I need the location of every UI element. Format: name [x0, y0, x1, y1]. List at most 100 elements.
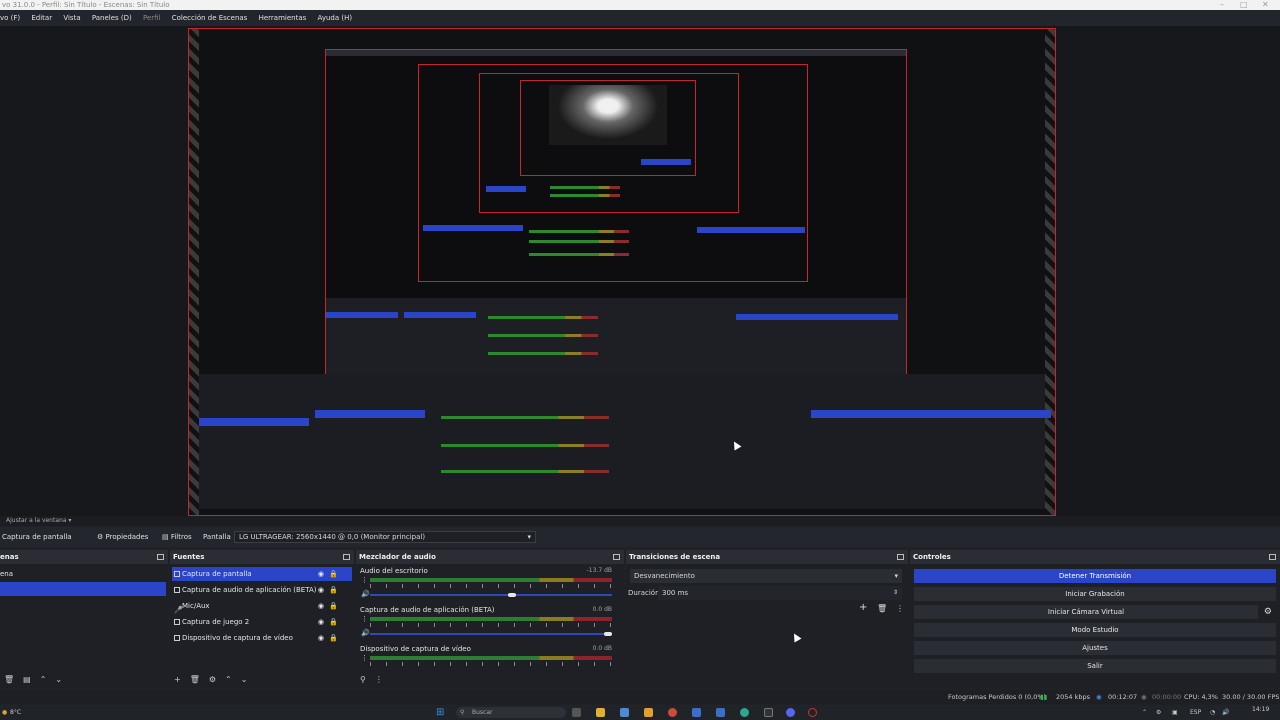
- exit-button[interactable]: Salir: [914, 659, 1276, 673]
- move-down-icon[interactable]: ⌄: [55, 675, 62, 684]
- chrome-icon[interactable]: [668, 708, 677, 717]
- stop-streaming-button[interactable]: Detener Transmisión: [914, 569, 1276, 583]
- meter-ticks: [370, 584, 612, 588]
- tray-icon[interactable]: ▣: [1172, 705, 1178, 720]
- file-explorer-icon[interactable]: [596, 708, 605, 717]
- duration-spinbox[interactable]: 300 ms ⇕: [658, 586, 902, 600]
- program-preview[interactable]: [188, 28, 1056, 516]
- eye-icon[interactable]: ◉: [318, 570, 324, 578]
- volume-slider-knob[interactable]: [604, 632, 612, 636]
- filters-icon[interactable]: ▤: [23, 675, 31, 684]
- eye-icon[interactable]: ◉: [318, 634, 324, 642]
- studio-mode-button[interactable]: Modo Estudio: [914, 623, 1276, 637]
- windows-start-icon[interactable]: ⊞: [436, 705, 444, 720]
- lock-icon[interactable]: 🔒: [329, 602, 338, 610]
- undock-icon[interactable]: [613, 554, 620, 560]
- lock-icon[interactable]: 🔒: [329, 618, 338, 626]
- gear-icon[interactable]: ⚙: [209, 675, 216, 684]
- close-icon[interactable]: ✕: [1262, 0, 1269, 10]
- undock-icon[interactable]: [157, 554, 164, 560]
- menu-profile[interactable]: Perfil: [143, 14, 161, 22]
- undock-icon[interactable]: [1269, 554, 1276, 560]
- tray-chevron-icon[interactable]: ⌃: [1142, 705, 1147, 720]
- menu-file[interactable]: vo (F): [0, 14, 20, 22]
- remove-scene-icon[interactable]: 🗑: [4, 675, 14, 684]
- start-virtual-camera-button[interactable]: Iniciar Cámara Virtual: [914, 605, 1258, 619]
- move-up-icon[interactable]: ⌃: [40, 675, 47, 684]
- menu-help[interactable]: Ayuda (H): [318, 14, 353, 22]
- scene-transitions-dock: Transiciones de escena Desvanecimiento ▾…: [626, 550, 908, 688]
- discord-icon[interactable]: [786, 708, 795, 717]
- nested-blue-bar: [423, 225, 523, 231]
- channel-menu-icon[interactable]: ⋮: [361, 654, 368, 662]
- app-icon[interactable]: [620, 708, 629, 717]
- source-item[interactable]: Captura de audio de aplicación (BETA) ◉ 🔒: [172, 583, 352, 597]
- undock-icon[interactable]: [343, 554, 350, 560]
- source-item[interactable]: Dispositivo de captura de vídeo ◉ 🔒: [172, 631, 352, 645]
- volume-slider[interactable]: [370, 633, 612, 635]
- transition-type-select[interactable]: Desvanecimiento ▾: [630, 569, 902, 583]
- undock-icon[interactable]: [897, 554, 904, 560]
- start-recording-button[interactable]: Iniciar Grabación: [914, 587, 1276, 601]
- terminal-icon[interactable]: [764, 708, 773, 717]
- edge-icon[interactable]: [740, 708, 749, 717]
- virtual-camera-settings-gear-icon[interactable]: ⚙: [1264, 607, 1272, 617]
- store-icon[interactable]: [716, 708, 725, 717]
- maximize-icon[interactable]: □: [1240, 0, 1248, 10]
- speaker-icon[interactable]: 🔊: [361, 629, 370, 637]
- move-down-icon[interactable]: ⌄: [241, 675, 248, 684]
- lock-icon[interactable]: 🔒: [329, 634, 338, 642]
- speaker-icon[interactable]: 🔊: [361, 590, 370, 598]
- volume-icon[interactable]: 🔊: [1222, 705, 1229, 720]
- remove-source-icon[interactable]: 🗑: [190, 675, 200, 684]
- eye-icon[interactable]: ◉: [318, 618, 324, 626]
- obs-icon[interactable]: [808, 708, 817, 717]
- add-source-icon[interactable]: +: [174, 675, 181, 684]
- mail-icon[interactable]: [692, 708, 701, 717]
- menu-view[interactable]: Vista: [63, 14, 80, 22]
- clock[interactable]: 14:19: [1252, 702, 1269, 717]
- remove-transition-icon[interactable]: 🗑: [877, 604, 887, 613]
- channel-menu-icon[interactable]: ⋮: [361, 615, 368, 623]
- add-transition-icon[interactable]: +: [859, 602, 867, 613]
- source-item[interactable]: 🎤 Mic/Aux ◉ 🔒: [172, 599, 352, 614]
- menu-edit[interactable]: Editar: [31, 14, 52, 22]
- monitor-icon: [174, 571, 180, 577]
- spin-arrows-icon[interactable]: ⇕: [893, 586, 898, 600]
- nested-meter: [550, 194, 620, 197]
- tray-icon[interactable]: ⚙: [1156, 705, 1161, 720]
- move-up-icon[interactable]: ⌃: [225, 675, 232, 684]
- menu-docks[interactable]: Paneles (D): [92, 14, 132, 22]
- link-icon[interactable]: ⚲: [360, 675, 366, 684]
- lock-icon[interactable]: 🔒: [329, 570, 338, 578]
- eye-icon[interactable]: ◉: [318, 602, 324, 610]
- scene-item-selected[interactable]: [0, 582, 166, 596]
- mixer-menu-icon[interactable]: ⋮: [375, 675, 383, 684]
- search-placeholder: Buscar: [472, 709, 493, 716]
- menu-tools[interactable]: Herramientas: [259, 14, 307, 22]
- menu-scene-collection[interactable]: Colección de Escenas: [172, 14, 248, 22]
- wifi-icon[interactable]: ◔: [1210, 705, 1215, 720]
- fit-to-window-label[interactable]: Ajustar a la ventana: [6, 517, 67, 524]
- source-item[interactable]: Captura de pantalla ◉ 🔒: [172, 567, 352, 581]
- lock-icon[interactable]: 🔒: [329, 586, 338, 594]
- task-view-icon[interactable]: [572, 708, 581, 717]
- properties-button[interactable]: ⚙ Propiedades: [97, 527, 148, 547]
- language-indicator[interactable]: ESP: [1190, 705, 1201, 720]
- channel-menu-icon[interactable]: ⋮: [361, 576, 368, 584]
- eye-icon[interactable]: ◉: [318, 586, 324, 594]
- volume-slider-knob[interactable]: [508, 593, 516, 597]
- scene-item[interactable]: ena: [0, 567, 166, 581]
- filters-button[interactable]: ▤ Filtros: [162, 527, 192, 547]
- folder-icon[interactable]: [644, 708, 653, 717]
- nested-meter: [529, 240, 629, 243]
- transition-menu-icon[interactable]: ⋮: [896, 604, 904, 613]
- minimize-icon[interactable]: –: [1220, 0, 1224, 10]
- settings-button[interactable]: Ajustes: [914, 641, 1276, 655]
- source-item[interactable]: Captura de juego 2 ◉ 🔒: [172, 615, 352, 629]
- taskbar-search[interactable]: ⚲ Buscar: [456, 707, 566, 718]
- volume-slider[interactable]: [370, 594, 612, 596]
- meter-ticks: [370, 662, 612, 666]
- nested-blue-bar: [811, 410, 1051, 418]
- display-select[interactable]: LG ULTRAGEAR: 2560x1440 @ 0,0 (Monitor p…: [234, 531, 536, 543]
